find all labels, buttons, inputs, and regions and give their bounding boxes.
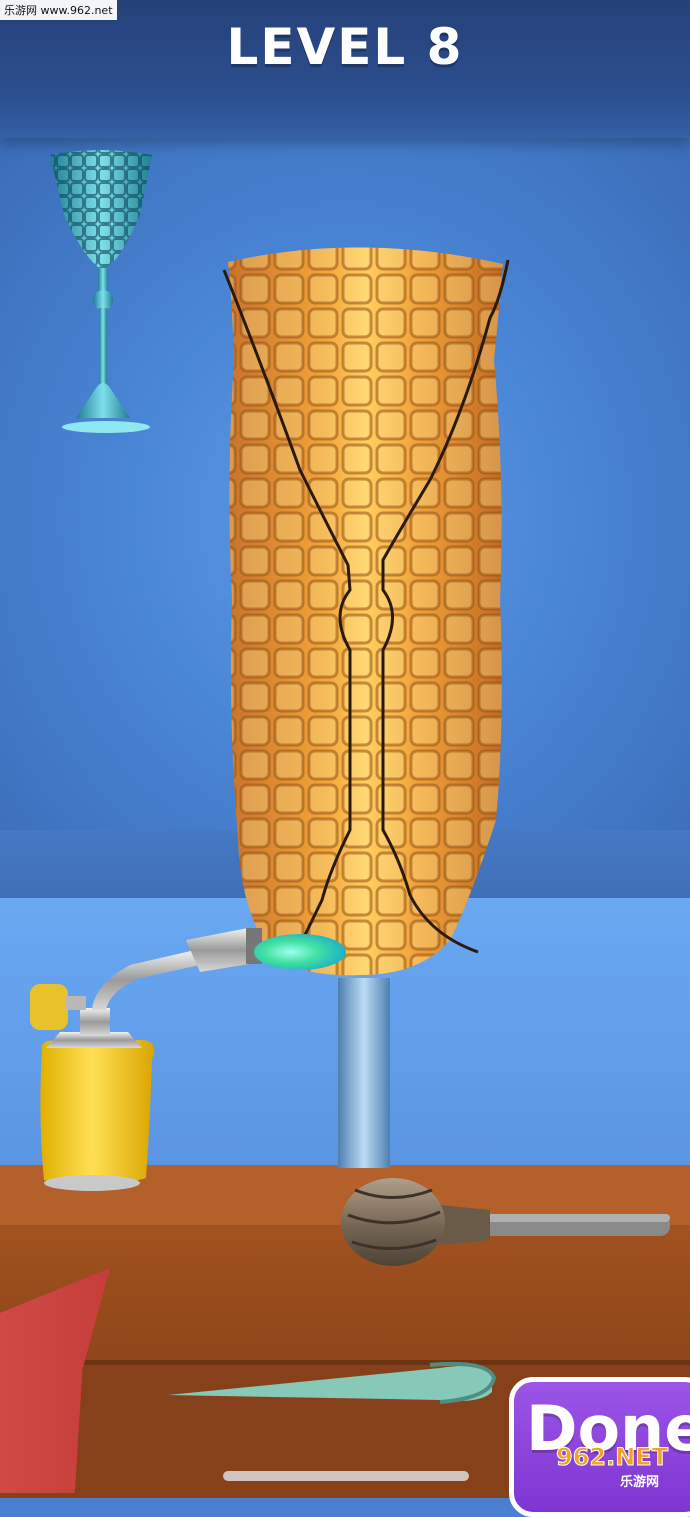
home-indicator[interactable]: [223, 1471, 469, 1481]
support-pole: [338, 978, 390, 1168]
target-goblet-icon: [50, 150, 152, 433]
watermark-bottom-right-sub: 乐游网: [620, 1475, 660, 1490]
header-bar: LEVEL 8: [0, 0, 690, 138]
level-title: LEVEL 8: [226, 18, 464, 76]
scene-objects: [30, 150, 670, 1404]
torch-flame: [254, 934, 346, 970]
blowtorch-icon[interactable]: [30, 928, 262, 1191]
watermark-top-left: 乐游网 www.962.net: [0, 0, 117, 20]
tweezers-icon[interactable]: [168, 1361, 497, 1404]
wrapped-roller-icon[interactable]: [341, 1178, 670, 1266]
molten-glass-blob[interactable]: [228, 247, 503, 976]
game-scene: LEVEL 8 Done 乐游网 www.962.net 962.NET 乐游网: [0, 0, 690, 1517]
watermark-bottom-right: 962.NET: [555, 1443, 669, 1472]
